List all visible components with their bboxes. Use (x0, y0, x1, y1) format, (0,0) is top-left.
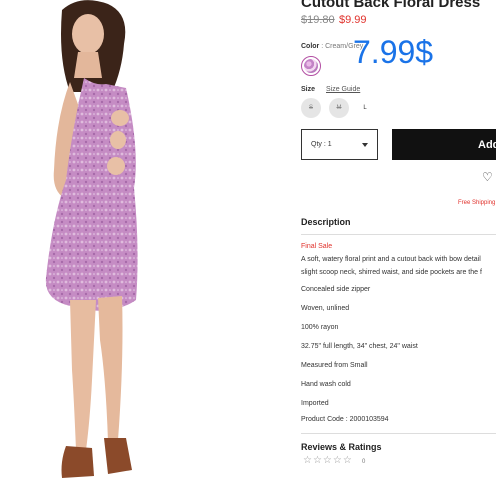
detail-item: 32.75" full length, 34" chest, 24" waist (301, 343, 418, 350)
add-to-bag-button[interactable]: Add (392, 129, 496, 160)
original-price: $19.80 (301, 14, 335, 26)
size-option-m[interactable]: M (329, 98, 349, 118)
detail-item: Hand wash cold (301, 381, 351, 388)
quantity-select[interactable]: Qty : 1 (301, 129, 378, 160)
product-image (0, 0, 290, 486)
detail-item: Concealed side zipper (301, 286, 371, 293)
color-label: Color : Cream/Grey (301, 43, 363, 50)
overlay-price: 7.99$ (353, 34, 434, 70)
size-option-l[interactable]: L (355, 98, 375, 118)
reviews-divider (301, 433, 496, 434)
description-text-line2: slight scoop neck, shirred waist, and si… (301, 269, 482, 276)
color-value: Cream/Grey (325, 43, 364, 50)
review-count: 0 (362, 459, 366, 465)
swatch-pattern (304, 59, 318, 73)
detail-item: Woven, unlined (301, 305, 350, 312)
size-option-s[interactable]: S (301, 98, 321, 118)
color-swatch[interactable] (301, 56, 321, 76)
star-rating-icon[interactable]: ☆☆☆☆☆ (303, 456, 353, 466)
description-heading: Description (301, 217, 351, 227)
detail-item: Imported (301, 400, 329, 407)
product-title: Cutout Back Floral Dress (301, 0, 481, 11)
size-label: Size (301, 86, 316, 93)
heart-icon[interactable]: ♡ (482, 171, 493, 183)
detail-item: Measured from Small (301, 362, 368, 369)
sale-price: $9.99 (339, 14, 367, 26)
color-label-text: Color (301, 43, 320, 50)
caret-down-icon (362, 143, 368, 147)
product-code: Product Code : 2000103594 (301, 416, 389, 423)
description-text-line1: A soft, watery floral print and a cutout… (301, 256, 481, 263)
free-shipping-note: Free Shipping (458, 200, 496, 206)
reviews-heading: Reviews & Ratings (301, 442, 382, 452)
add-to-bag-label: Add (478, 138, 496, 151)
size-guide-link[interactable]: Size Guide (326, 86, 360, 93)
description-divider (301, 234, 496, 235)
quantity-label: Qty : 1 (311, 141, 332, 148)
detail-item: 100% rayon (301, 324, 339, 331)
final-sale-label: Final Sale (301, 243, 333, 250)
